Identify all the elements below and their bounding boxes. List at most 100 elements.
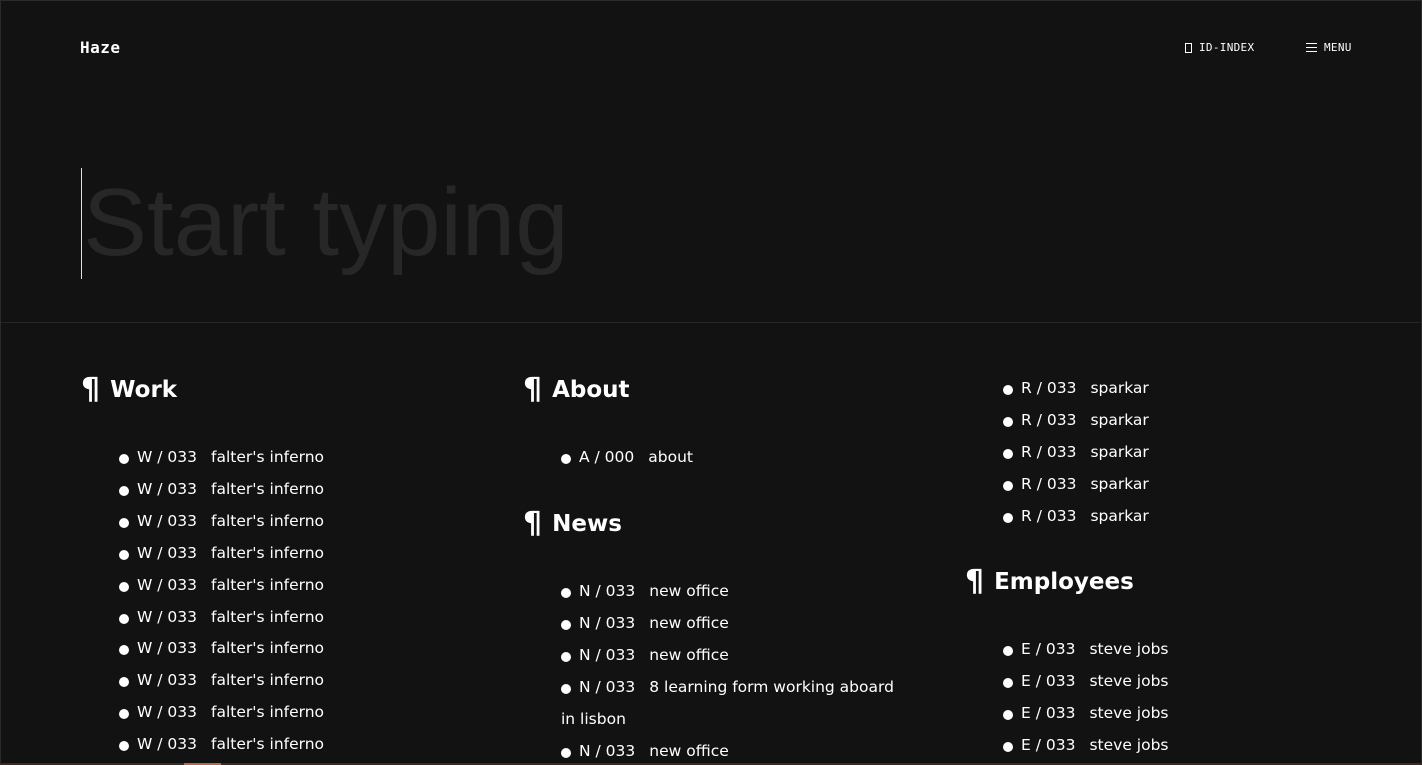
item-label: sparkar bbox=[1090, 410, 1149, 429]
bullet-icon bbox=[561, 619, 571, 630]
bullet-icon bbox=[119, 517, 129, 528]
search-input[interactable] bbox=[83, 163, 983, 283]
item-label: steve jobs bbox=[1089, 671, 1169, 690]
employees-list: E / 033 steve jobs E / 033 steve jobs E / 03… bbox=[1003, 634, 1363, 762]
about-title: About bbox=[552, 377, 630, 403]
work-list: W / 033 falter's inferno W / 033 falter's i… bbox=[119, 442, 479, 761]
item-label: sparkar bbox=[1090, 379, 1149, 397]
item-label: falter's inferno bbox=[211, 543, 325, 562]
list-item[interactable]: R / 033 sparkar bbox=[1003, 469, 1363, 501]
item-label: new office bbox=[649, 741, 729, 760]
item-label: falter's inferno bbox=[211, 639, 325, 658]
bullet-icon bbox=[1003, 512, 1013, 523]
menu-button[interactable]: MENU bbox=[1306, 41, 1352, 54]
list-item[interactable]: N / 033 8 learning form working aboard in… bbox=[561, 672, 901, 736]
employees-heading: ¶ Employees bbox=[965, 567, 1134, 597]
bullet-icon bbox=[1003, 385, 1013, 395]
bullet-icon bbox=[119, 613, 129, 624]
pilcrow-icon: ¶ bbox=[965, 564, 985, 599]
news-list: N / 033 new office N / 033 new office N / 03… bbox=[561, 576, 901, 765]
item-label: falter's inferno bbox=[211, 607, 325, 626]
item-label: falter's inferno bbox=[211, 479, 325, 498]
item-code: W / 033 bbox=[137, 607, 197, 626]
item-code: R / 033 bbox=[1021, 410, 1077, 429]
list-item[interactable]: W / 033 falter's inferno bbox=[119, 506, 479, 538]
bullet-icon bbox=[1003, 741, 1013, 752]
item-code: R / 033 bbox=[1021, 442, 1077, 461]
list-item[interactable]: R / 033 sparkar bbox=[1003, 437, 1363, 469]
item-code: W / 033 bbox=[137, 479, 197, 498]
list-item[interactable]: E / 033 steve jobs bbox=[1003, 698, 1363, 730]
bullet-icon bbox=[1003, 480, 1013, 491]
item-label: falter's inferno bbox=[211, 511, 325, 530]
bullet-icon bbox=[1003, 448, 1013, 459]
bullet-icon bbox=[119, 741, 129, 752]
item-label: sparkar bbox=[1090, 506, 1149, 525]
item-code: W / 033 bbox=[137, 543, 197, 562]
item-code: W / 033 bbox=[137, 511, 197, 530]
list-item[interactable]: N / 033 new office bbox=[561, 640, 901, 672]
bullet-icon bbox=[561, 683, 571, 694]
list-item[interactable]: W / 033 falter's inferno bbox=[119, 442, 479, 474]
site-header: Haze ID-INDEX MENU bbox=[1, 1, 1421, 96]
list-item[interactable]: W / 033 falter's inferno bbox=[119, 729, 479, 761]
item-code: N / 033 bbox=[579, 677, 636, 696]
list-item[interactable]: R / 033 sparkar bbox=[1003, 405, 1363, 437]
pilcrow-icon: ¶ bbox=[523, 372, 543, 407]
bookmark-icon bbox=[1185, 42, 1192, 53]
item-code: W / 033 bbox=[137, 735, 197, 754]
page: Haze ID-INDEX MENU ¶ Work W / 033 falter'… bbox=[0, 0, 1422, 765]
list-item[interactable]: N / 033 new office bbox=[561, 736, 901, 765]
brand-logo[interactable]: Haze bbox=[80, 38, 121, 57]
bullet-icon bbox=[119, 581, 129, 592]
list-item[interactable]: N / 033 new office bbox=[561, 608, 901, 640]
bullet-icon bbox=[561, 651, 571, 662]
item-label: falter's inferno bbox=[211, 671, 325, 690]
item-code: E / 033 bbox=[1021, 640, 1076, 658]
item-code: W / 033 bbox=[137, 448, 197, 466]
bullet-icon bbox=[119, 485, 129, 496]
list-item[interactable]: N / 033 new office bbox=[561, 576, 901, 608]
item-label: falter's inferno bbox=[211, 575, 325, 594]
bullet-icon bbox=[119, 549, 129, 560]
item-label: new office bbox=[649, 613, 729, 632]
list-item[interactable]: W / 033 falter's inferno bbox=[119, 697, 479, 729]
pilcrow-icon: ¶ bbox=[523, 506, 543, 541]
item-code: R / 033 bbox=[1021, 506, 1077, 525]
item-code: N / 033 bbox=[579, 645, 636, 664]
bullet-icon bbox=[119, 645, 129, 656]
list-item[interactable]: W / 033 falter's inferno bbox=[119, 633, 479, 665]
news-heading: ¶ News bbox=[523, 509, 622, 539]
list-item[interactable]: R / 033 sparkar bbox=[1003, 501, 1363, 533]
employees-title: Employees bbox=[994, 569, 1134, 595]
bullet-icon bbox=[561, 454, 571, 464]
list-item[interactable]: R / 033 sparkar bbox=[1003, 373, 1363, 405]
item-label: about bbox=[648, 448, 693, 466]
list-item[interactable]: W / 033 falter's inferno bbox=[119, 570, 479, 602]
list-item[interactable]: W / 033 falter's inferno bbox=[119, 538, 479, 570]
list-item[interactable]: E / 033 steve jobs bbox=[1003, 730, 1363, 762]
bullet-icon bbox=[1003, 677, 1013, 688]
item-code: N / 033 bbox=[579, 582, 636, 600]
list-item[interactable]: E / 033 steve jobs bbox=[1003, 634, 1363, 666]
list-item[interactable]: W / 033 falter's inferno bbox=[119, 602, 479, 634]
text-caret bbox=[81, 168, 82, 279]
item-label: sparkar bbox=[1090, 442, 1149, 461]
item-label: falter's inferno bbox=[211, 448, 325, 466]
list-item[interactable]: E / 033 steve jobs bbox=[1003, 666, 1363, 698]
list-item[interactable]: W / 033 falter's inferno bbox=[119, 665, 479, 697]
bullet-icon bbox=[1003, 646, 1013, 656]
item-label: new office bbox=[649, 582, 729, 600]
list-item[interactable]: A / 000 about bbox=[561, 442, 921, 474]
id-index-label: ID-INDEX bbox=[1199, 41, 1255, 54]
bullet-icon bbox=[119, 454, 129, 464]
id-index-button[interactable]: ID-INDEX bbox=[1185, 41, 1254, 54]
about-list: A / 000 about bbox=[561, 442, 921, 474]
item-code: A / 000 bbox=[579, 448, 635, 466]
item-code: R / 033 bbox=[1021, 474, 1077, 493]
list-item[interactable]: W / 033 falter's inferno bbox=[119, 474, 479, 506]
item-code: N / 033 bbox=[579, 613, 636, 632]
item-code: R / 033 bbox=[1021, 379, 1077, 397]
item-code: N / 033 bbox=[579, 741, 636, 760]
work-heading: ¶ Work bbox=[81, 375, 177, 405]
